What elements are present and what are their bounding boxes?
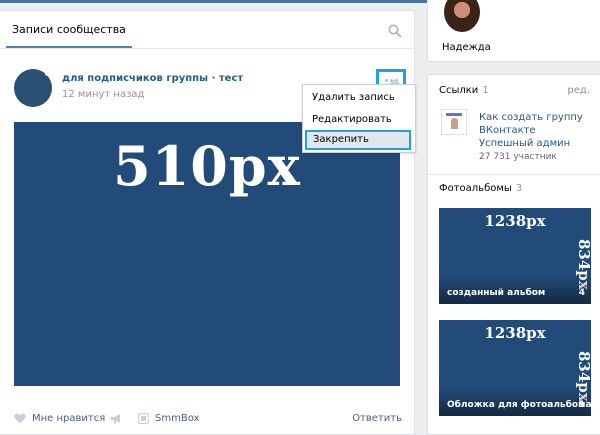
section-divider	[428, 174, 600, 175]
post-actions-bar: Мне нравится SmmBox Ответить	[14, 413, 402, 429]
tab-community-posts[interactable]: Записи сообщества	[6, 23, 132, 48]
heart-icon	[14, 413, 26, 424]
megaphone-icon	[111, 414, 120, 424]
member-avatar[interactable]	[444, 0, 480, 32]
search-icon[interactable]	[388, 24, 402, 38]
thumbnail-figure	[451, 118, 458, 129]
album-width-text: 1238px	[484, 212, 546, 230]
smmbox-item[interactable]: SmmBox	[138, 413, 199, 424]
post-actions-menu: Удалить запись Редактировать Закрепить	[302, 79, 416, 153]
community-posts-card: Записи сообщества для подписчиков группы…	[0, 10, 415, 435]
albums-section-header[interactable]: Фотоальбомы 3	[439, 183, 522, 194]
menu-item-edit[interactable]: Редактировать	[303, 109, 415, 131]
album-photo-count: 4	[578, 288, 585, 298]
album-width-text: 1238px	[484, 324, 546, 342]
link-title[interactable]: Как создать группу ВКонтакте Успешный ад…	[479, 111, 591, 150]
member-name[interactable]: Надежда	[442, 42, 491, 53]
post-author-link[interactable]: для подписчиков группы · тест	[62, 73, 243, 84]
member-card: Надежда	[427, 0, 600, 62]
album-name: Обложка для фотоальбома	[447, 400, 591, 410]
albums-count: 3	[515, 183, 523, 194]
post-image[interactable]: 510px	[14, 122, 400, 386]
smmbox-icon	[138, 413, 149, 424]
menu-item-pin[interactable]: Закрепить	[305, 130, 411, 150]
thumbnail-banner	[446, 113, 462, 116]
links-section-header[interactable]: Ссылки 1	[439, 85, 489, 96]
post-timestamp[interactable]: 12 минут назад	[62, 89, 144, 100]
links-count: 1	[482, 85, 489, 96]
menu-item-delete-post[interactable]: Удалить запись	[303, 87, 415, 109]
like-button[interactable]: Мне нравится	[14, 413, 105, 424]
avatar-indicator	[45, 71, 50, 76]
like-label: Мне нравится	[32, 413, 106, 424]
posts-tabs-bar: Записи сообщества	[0, 11, 414, 49]
link-thumbnail[interactable]	[441, 109, 467, 135]
albums-title: Фотоальбомы	[439, 183, 512, 194]
link-members-count: 27 731 участник	[479, 152, 557, 162]
menu-pointer	[389, 79, 401, 85]
share-button[interactable]	[110, 413, 123, 424]
community-avatar[interactable]	[14, 69, 52, 107]
links-edit-link[interactable]: ред.	[567, 85, 590, 96]
album-name: созданный альбом	[447, 288, 546, 298]
reply-button[interactable]: Ответить	[352, 413, 402, 424]
album-tile[interactable]: 1238px 834px созданный альбом 4	[439, 208, 591, 304]
links-title: Ссылки	[439, 85, 479, 96]
album-tile[interactable]: 1238px 834px Обложка для фотоальбома 1	[439, 320, 591, 416]
dot-icon	[384, 78, 388, 82]
sidebar-card: Ссылки 1 ред. Как создать группу ВКонтакт…	[427, 74, 600, 435]
album-photo-count: 1	[578, 400, 585, 410]
smmbox-label: SmmBox	[155, 413, 200, 424]
